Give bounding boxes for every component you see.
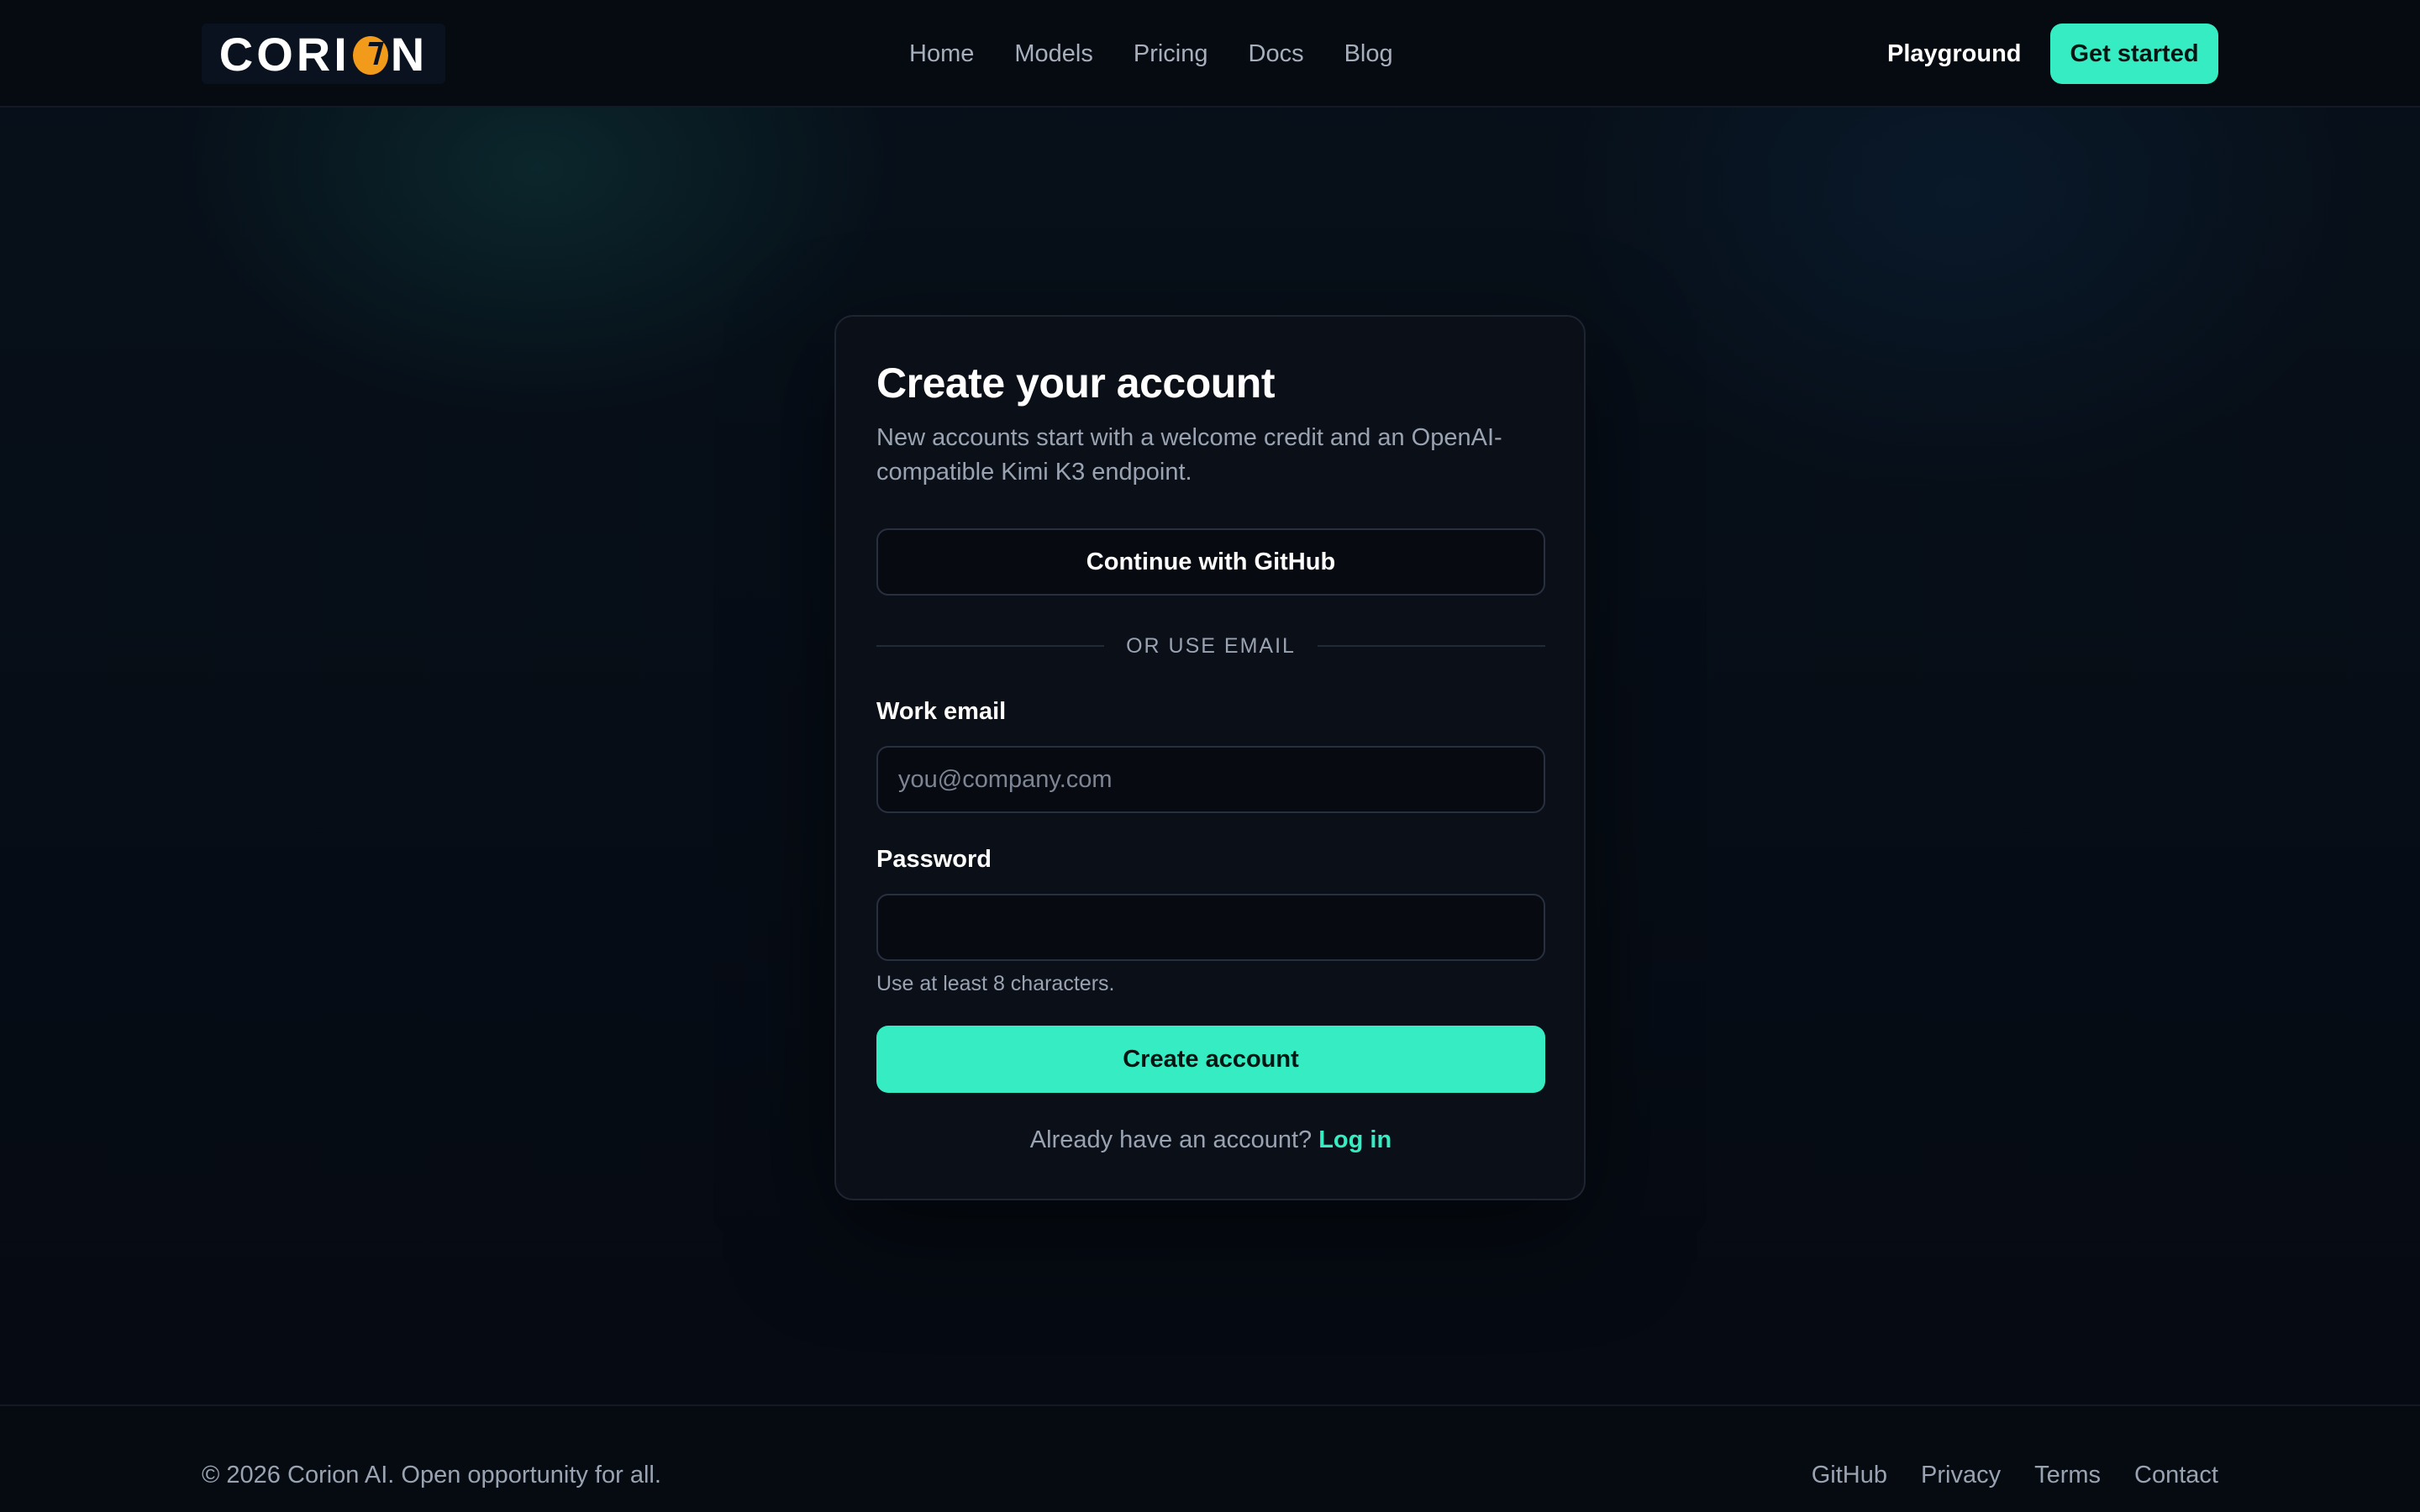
logo-o-mark-icon <box>352 36 388 75</box>
footer-links: GitHub Privacy Terms Contact <box>1812 1462 2218 1489</box>
top-nav-bar: CORI N Home Models Pricing Docs Blog Play… <box>0 0 2420 108</box>
work-email-input[interactable] <box>876 746 1545 813</box>
divider-line-left <box>876 645 1105 647</box>
logo-text-prefix: CORI <box>218 27 350 81</box>
login-prompt-row: Already have an account? Log in <box>876 1126 1545 1154</box>
signup-title: Create your account <box>876 360 1275 407</box>
password-label: Password <box>876 846 992 873</box>
divider-line-right <box>1317 645 1546 647</box>
or-divider: OR USE EMAIL <box>876 629 1546 663</box>
nav-link-pricing[interactable]: Pricing <box>1134 40 1208 68</box>
signup-subtitle: New accounts start with a welcome credit… <box>876 424 1502 486</box>
footer: © 2026 Corion AI. Open opportunity for a… <box>0 1404 2420 1512</box>
page: CORI N Home Models Pricing Docs Blog Play… <box>0 0 2420 1512</box>
password-hint: Use at least 8 characters. <box>876 972 1115 995</box>
logo-text-suffix: N <box>390 27 429 81</box>
footer-link-terms[interactable]: Terms <box>2034 1462 2101 1489</box>
nav-link-models[interactable]: Models <box>1014 40 1093 68</box>
nav-link-home[interactable]: Home <box>909 40 974 68</box>
password-input[interactable] <box>876 894 1545 961</box>
corion-logo[interactable]: CORI N <box>202 24 445 84</box>
continue-with-github-button[interactable]: Continue with GitHub <box>876 528 1545 596</box>
login-prompt-text: Already have an account? <box>1029 1126 1313 1153</box>
nav-link-docs[interactable]: Docs <box>1249 40 1304 68</box>
log-in-link[interactable]: Log in <box>1318 1126 1392 1153</box>
copyright-text: © 2026 Corion AI. Open opportunity for a… <box>202 1462 661 1488</box>
nav-link-blog[interactable]: Blog <box>1344 40 1393 68</box>
get-started-button[interactable]: Get started <box>2050 24 2218 84</box>
signup-card: Create your account New accounts start w… <box>834 315 1586 1200</box>
divider-label: OR USE EMAIL <box>1126 633 1296 658</box>
footer-link-contact[interactable]: Contact <box>2134 1462 2218 1489</box>
work-email-label: Work email <box>876 698 1007 725</box>
main-nav: Home Models Pricing Docs Blog <box>909 34 1393 74</box>
create-account-button[interactable]: Create account <box>876 1026 1545 1093</box>
footer-link-github[interactable]: GitHub <box>1812 1462 1887 1489</box>
playground-link[interactable]: Playground <box>1887 34 2022 74</box>
footer-link-privacy[interactable]: Privacy <box>1921 1462 2001 1489</box>
